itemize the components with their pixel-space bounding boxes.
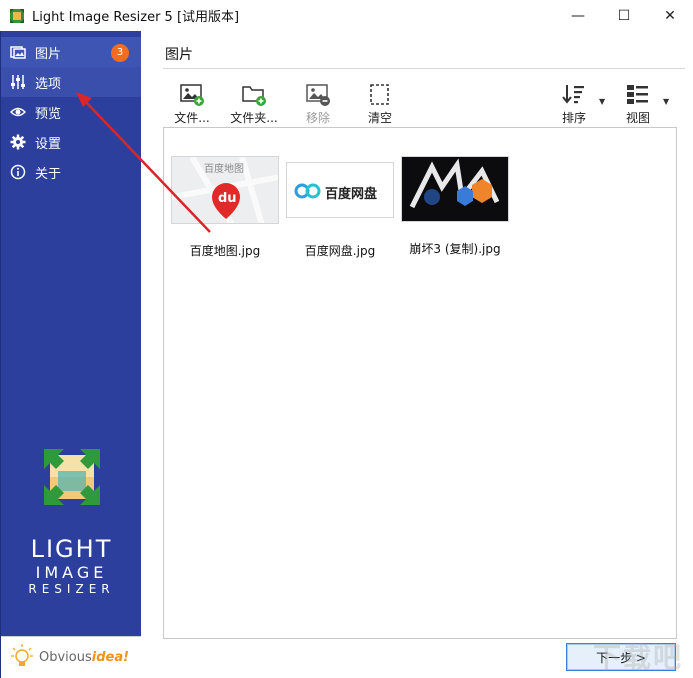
file-item[interactable]: 百度地图 du 百度地图.jpg [170,156,280,259]
logo-text-image: IMAGE [35,563,108,582]
view-button[interactable]: 视图 [611,81,665,127]
clear-button[interactable]: 清空 [353,81,407,127]
file-thumbnail [401,156,509,222]
file-name: 百度网盘.jpg [304,244,376,258]
file-list-panel[interactable]: 百度地图 du 百度地图.jpg 百度网盘 百度网盘.jpg 崩坏3 (复制).… [163,127,677,639]
view-label: 视图 [625,111,650,125]
lightbulb-icon [11,644,33,671]
eye-icon [9,104,27,120]
sidebar-item-label: 设置 [35,136,62,152]
main-panel: 图片 文件... 文件夹... 移除 清空 排序 ▼ 视图 ▼ 百度地图 du … [141,31,693,678]
toolbar: 文件... 文件夹... 移除 清空 排序 ▼ 视图 ▼ [163,81,685,129]
info-icon [10,164,26,180]
resizer-logo-icon [43,449,100,505]
add-file-button[interactable]: 文件... [165,81,219,127]
brand-name: Obviousidea! [39,650,129,665]
title-bar: Light Image Resizer 5 [试用版本] — ☐ ✕ [0,0,693,31]
add-folder-label: 文件夹... [230,111,278,125]
brand-emphasis: idea! [91,650,130,665]
thumb-caption: 百度地图 [204,164,244,175]
sidebar-item-options[interactable]: 选项 [1,67,141,97]
gear-icon [10,134,26,150]
thumb-logo: du [218,191,237,206]
sort-button[interactable]: 排序 [547,81,601,127]
images-icon [10,44,26,60]
page-title: 图片 [165,47,193,63]
app-icon [10,8,24,23]
view-dropdown-icon[interactable]: ▼ [663,97,669,106]
sort-dropdown-icon[interactable]: ▼ [599,97,605,106]
images-count-badge: 3 [111,44,129,62]
sidebar-item-settings[interactable]: 设置 [1,127,141,157]
sidebar-item-label: 预览 [35,106,62,122]
brand-link[interactable]: Obviousidea! [1,636,142,678]
clear-selection-icon [367,83,393,107]
sidebar-item-label: 图片 [35,46,62,62]
product-logo: LIGHT IMAGE RESIZER [1,449,142,596]
sliders-icon [10,74,26,90]
sidebar-item-images[interactable]: 图片 3 [1,37,141,67]
sort-icon [561,83,587,107]
add-image-icon [179,83,205,107]
file-thumbnail: 百度地图 du [171,156,279,224]
file-name: 百度地图.jpg [189,244,261,258]
file-item[interactable]: 百度网盘 百度网盘.jpg [285,156,395,259]
remove-button[interactable]: 移除 [291,81,345,127]
sidebar-item-preview[interactable]: 预览 [1,97,141,127]
sort-label: 排序 [561,111,586,125]
remove-label: 移除 [305,111,330,125]
clear-label: 清空 [367,111,392,125]
watermark: 下载吧 [592,641,683,674]
brand-prefix: Obvious [39,650,92,665]
minimize-button[interactable]: — [555,0,601,31]
add-folder-button[interactable]: 文件夹... [227,81,281,127]
close-button[interactable]: ✕ [647,0,693,31]
file-name: 崩坏3 (复制).jpg [409,242,501,256]
sidebar: 图片 3 选项 预览 设置 关于 LIGHT IMAGE RESIZER Obv… [0,31,142,678]
window-title: Light Image Resizer 5 [试用版本] [32,10,240,25]
logo-text-light: LIGHT [30,535,113,563]
file-thumbnail: 百度网盘 [286,162,394,218]
add-folder-icon [241,83,267,107]
sidebar-item-about[interactable]: 关于 [1,157,141,187]
sidebar-item-label: 关于 [35,166,62,182]
thumb-caption: 百度网盘 [325,187,378,202]
divider [163,68,685,69]
sidebar-item-label: 选项 [35,76,62,92]
view-list-icon [625,83,651,107]
maximize-button[interactable]: ☐ [601,0,647,31]
remove-image-icon [305,83,331,107]
file-item[interactable]: 崩坏3 (复制).jpg [400,156,510,257]
add-file-label: 文件... [174,111,210,125]
logo-text-resizer: RESIZER [28,582,115,596]
